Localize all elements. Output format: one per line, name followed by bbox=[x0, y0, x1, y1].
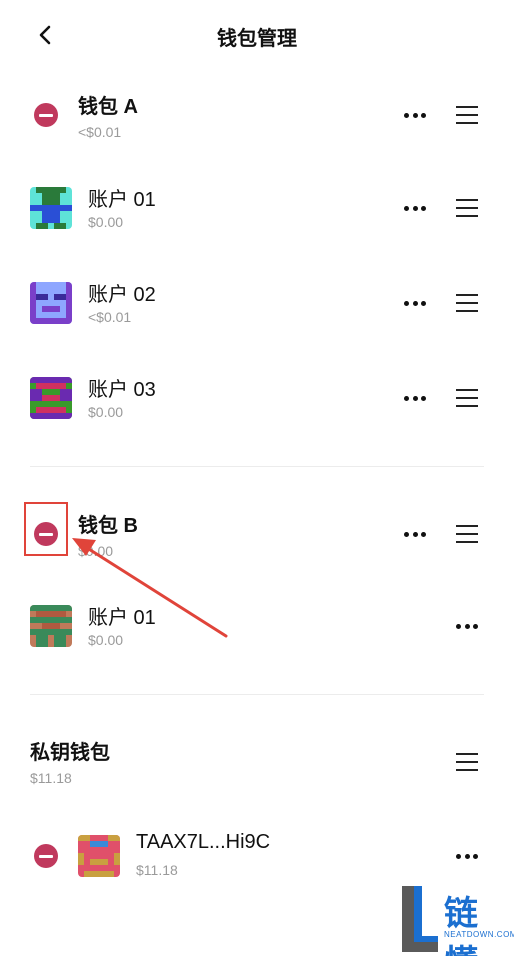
account-avatar bbox=[30, 282, 72, 324]
account-balance: $0.00 bbox=[88, 404, 124, 420]
wallet-a-row: 钱包 A <$0.01 bbox=[0, 86, 514, 146]
more-icon[interactable] bbox=[456, 618, 478, 634]
logo-icon bbox=[402, 886, 438, 952]
drag-handle-icon[interactable] bbox=[456, 752, 478, 772]
section-divider bbox=[30, 694, 484, 695]
more-icon[interactable] bbox=[404, 200, 426, 216]
account-row[interactable]: 账户 01 $0.00 bbox=[0, 598, 514, 654]
account-name: 账户 01 bbox=[88, 607, 156, 629]
wallet-balance: $0.00 bbox=[78, 543, 114, 559]
account-balance: $11.18 bbox=[136, 862, 178, 878]
remove-icon[interactable] bbox=[34, 103, 58, 127]
remove-icon[interactable] bbox=[34, 844, 58, 868]
more-icon[interactable] bbox=[456, 848, 478, 864]
account-row[interactable]: 账户 01 $0.00 bbox=[0, 180, 514, 236]
wallet-name: 私钥钱包 bbox=[30, 742, 110, 764]
wallet-balance: $11.18 bbox=[30, 770, 72, 786]
watermark-brand: 链懂 bbox=[444, 895, 479, 956]
drag-handle-icon[interactable] bbox=[456, 293, 478, 313]
account-avatar bbox=[30, 377, 72, 419]
watermark-domain: NEATDOWN.COM bbox=[444, 930, 514, 939]
account-row[interactable]: 账户 02 <$0.01 bbox=[0, 275, 514, 331]
account-avatar bbox=[30, 605, 72, 647]
account-name: 账户 03 bbox=[88, 379, 156, 401]
account-balance: <$0.01 bbox=[88, 309, 132, 325]
account-row[interactable]: TAAX7L...Hi9C $11.18 bbox=[0, 828, 514, 884]
wallet-b-row: 钱包 B $0.00 bbox=[0, 505, 514, 565]
wallet-balance: <$0.01 bbox=[78, 124, 122, 140]
account-balance: $0.00 bbox=[88, 632, 124, 648]
account-name: 账户 02 bbox=[88, 284, 156, 306]
private-key-wallet-row: 私钥钱包 $11.18 bbox=[0, 732, 514, 792]
account-name: TAAX7L...Hi9C bbox=[136, 831, 271, 853]
account-avatar bbox=[78, 835, 120, 877]
account-row[interactable]: 账户 03 $0.00 bbox=[0, 370, 514, 426]
drag-handle-icon[interactable] bbox=[456, 105, 478, 125]
more-icon[interactable] bbox=[404, 526, 426, 542]
page-title: 钱包管理 bbox=[217, 28, 297, 50]
drag-handle-icon[interactable] bbox=[456, 524, 478, 544]
drag-handle-icon[interactable] bbox=[456, 388, 478, 408]
watermark-logo: 链懂 NEATDOWN.COM bbox=[400, 884, 514, 956]
more-icon[interactable] bbox=[404, 107, 426, 123]
drag-handle-icon[interactable] bbox=[456, 198, 478, 218]
wallet-name: 钱包 A bbox=[78, 96, 138, 118]
account-name: 账户 01 bbox=[88, 189, 156, 211]
section-divider bbox=[30, 466, 484, 467]
wallet-name: 钱包 B bbox=[78, 515, 138, 537]
account-avatar bbox=[30, 187, 72, 229]
more-icon[interactable] bbox=[404, 295, 426, 311]
header: 钱包管理 bbox=[0, 0, 514, 72]
more-icon[interactable] bbox=[404, 390, 426, 406]
account-balance: $0.00 bbox=[88, 214, 124, 230]
annotation-highlight-box bbox=[24, 502, 68, 556]
